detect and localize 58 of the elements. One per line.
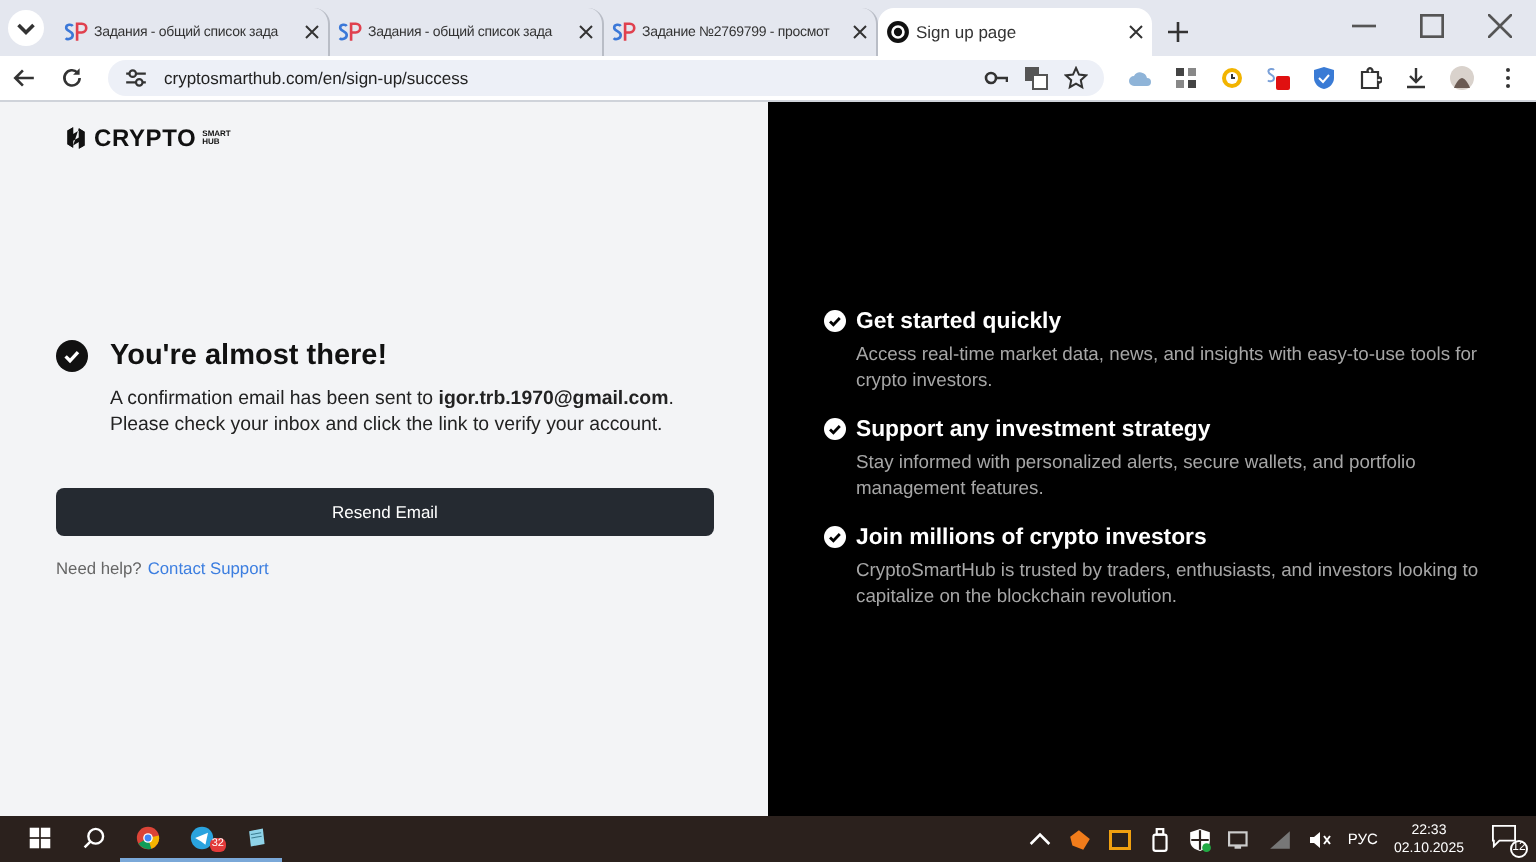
address-field[interactable]: cryptosmarthub.com/en/sign-up/success [108, 60, 1104, 96]
close-icon[interactable] [1128, 24, 1144, 40]
puzzle-icon[interactable] [1358, 66, 1382, 90]
sp-logo-icon [64, 20, 88, 44]
feature-description: Stay informed with personalized alerts, secure wallets, and portfolio management features. [856, 447, 1418, 501]
check-circle-icon [824, 310, 846, 332]
feature-description: Access real-time market data, news, and insights with easy-to-use tools for crypto investors. [856, 339, 1480, 393]
confirmation-message: A confirmation email has been sent to igor.trb.1970@gmail.com. Please check your inbox and click the link to verify your account. [110, 386, 676, 438]
heading: You're almost there! [110, 340, 388, 372]
new-tab-icon[interactable] [1164, 18, 1192, 46]
clock-icon[interactable] [1220, 66, 1244, 90]
avatar-icon[interactable] [1450, 66, 1474, 90]
search-icon [81, 825, 105, 849]
sp-logo-icon [338, 20, 362, 44]
windows-logo-icon [27, 825, 51, 849]
speaker-muted-icon[interactable] [1307, 827, 1332, 851]
usb-drive-icon[interactable] [1147, 827, 1172, 851]
contact-support-link[interactable]: Contact Support [147, 558, 269, 578]
network-icon[interactable] [1227, 827, 1252, 851]
check-circle-icon [824, 418, 846, 440]
close-icon[interactable] [304, 24, 320, 40]
resend-email-button[interactable]: Resend Email [56, 488, 714, 536]
tray-app-icon[interactable] [1067, 827, 1092, 851]
feature-description: CryptoSmartHub is trusted by traders, enthusiasts, and investors looking to capitalize on the blockchain revolution. [856, 555, 1481, 609]
browser-tab[interactable]: Sign up page [878, 8, 1152, 56]
paper-plane-icon [189, 825, 213, 849]
url-text: cryptosmarthub.com/en/sign-up/success [164, 68, 471, 88]
tab-search-button[interactable] [8, 10, 44, 46]
feature-title: Get started quickly [856, 309, 1062, 333]
back-arrow-icon[interactable] [12, 66, 36, 90]
close-icon[interactable] [1488, 14, 1512, 38]
chat-bubble-icon [1492, 823, 1516, 847]
chevron-up-icon[interactable] [1027, 827, 1052, 851]
site-settings-icon[interactable] [124, 66, 148, 90]
wifi-icon[interactable] [1267, 827, 1292, 851]
help-text: Need help? [56, 558, 142, 578]
tab-title: Sign up page [916, 22, 1019, 42]
check-circle-icon [56, 340, 88, 372]
check-circle-icon [824, 526, 846, 548]
maximize-icon[interactable] [1420, 14, 1444, 38]
logo-text: CRYPTO [94, 124, 197, 152]
feature-title: Join millions of crypto investors [856, 525, 1207, 549]
feature-title: Support any investment strategy [856, 417, 1211, 441]
shield-icon[interactable] [1187, 827, 1212, 851]
sp-extension-icon[interactable] [1266, 66, 1290, 90]
grid-icon[interactable] [1174, 66, 1198, 90]
close-icon[interactable] [578, 24, 594, 40]
download-icon[interactable] [1404, 66, 1428, 90]
key-icon[interactable] [984, 66, 1008, 90]
browser-icon [135, 825, 159, 849]
close-icon[interactable] [852, 24, 868, 40]
translate-icon[interactable] [1024, 66, 1048, 90]
sp-logo-icon [612, 20, 636, 44]
notepad-icon [243, 825, 267, 849]
tray-app-icon[interactable] [1107, 827, 1132, 851]
reload-icon[interactable] [60, 66, 84, 90]
logo-icon [64, 126, 88, 150]
star-icon[interactable] [1064, 66, 1088, 90]
